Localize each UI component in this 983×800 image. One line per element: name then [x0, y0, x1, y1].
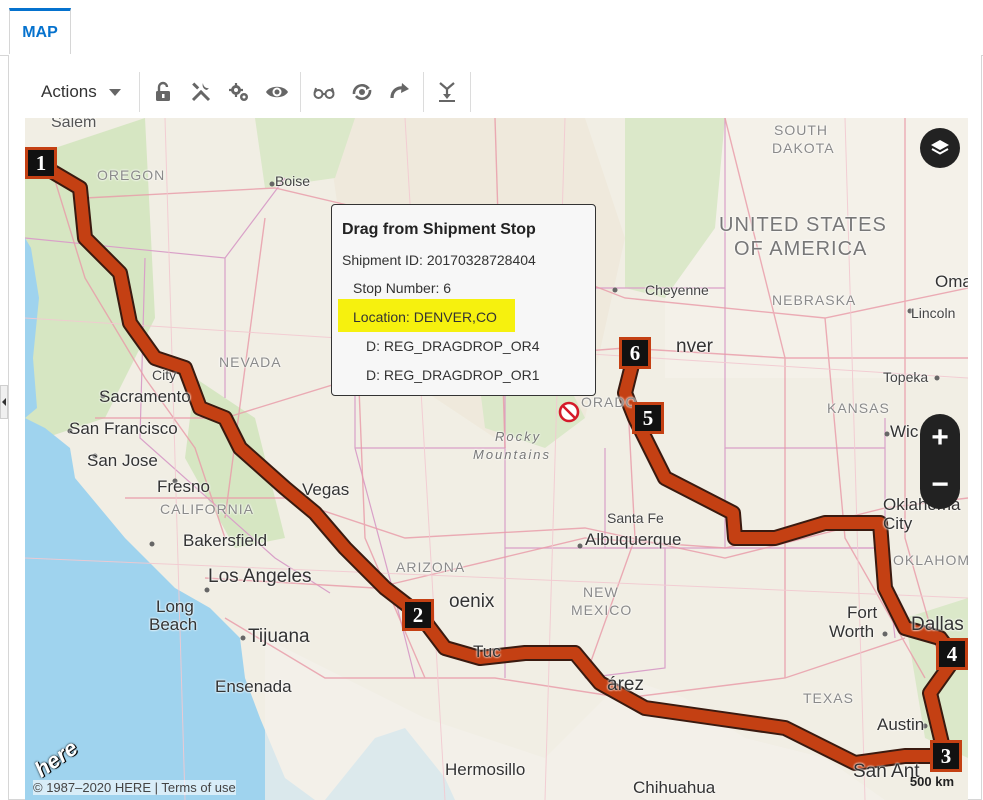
map-label-las-vegas: Vegas [302, 480, 350, 499]
redo-button[interactable] [381, 72, 419, 112]
stop-marker-1[interactable]: 1 [25, 147, 57, 179]
map-label-south-dakota-1: SOUTH [774, 122, 828, 138]
map-label-santa-fe: Santa Fe [607, 510, 664, 526]
map-label-oklahoma-state: OKLAHOMA [893, 552, 968, 568]
actions-label: Actions [41, 82, 97, 101]
map-label-tijuana: Tijuana [248, 626, 310, 647]
map-label-lincoln: Lincoln [911, 305, 956, 321]
map-label-usa-1: UNITED STATES [719, 214, 887, 236]
map-label-fresno: Fresno [157, 477, 210, 496]
map-label-salem: Salem [51, 118, 97, 131]
map-label-austin: Austin [877, 715, 925, 734]
map-label-long-beach-1: Long [156, 597, 194, 616]
gears-icon [228, 83, 248, 101]
redo-icon [390, 83, 409, 99]
sync-icon [352, 83, 372, 101]
map-label-fort-worth-2: Worth [829, 622, 875, 641]
map-label-phoenix: oenix [449, 591, 495, 612]
map-label-colorado: ORADO [581, 394, 638, 410]
map-toolbar: Actions [8, 68, 968, 116]
zoom-control: + − [920, 414, 960, 509]
map-label-arizona: ARIZONA [396, 559, 466, 575]
tooltip-stop-number: Stop Number: 6 [353, 280, 452, 296]
view-button[interactable] [258, 72, 296, 112]
map-label-rocky-1: Rocky [495, 429, 542, 444]
map-label-rocky-2: Mountains [473, 447, 551, 462]
tooltip-d2: D: REG_DRAGDROP_OR1 [366, 367, 540, 383]
map-label-bakersfield: Bakersfield [183, 531, 268, 550]
glasses-button[interactable] [305, 72, 343, 112]
toolbar-separator [138, 72, 140, 112]
tooltip-title: Drag from Shipment Stop [342, 221, 536, 238]
tab-bar: MAP [0, 0, 983, 56]
map-label-sacramento: Sacramento [99, 387, 191, 406]
unlock-icon [155, 81, 170, 101]
merge-button[interactable] [428, 72, 466, 112]
map-label-wichita: Wic [890, 422, 919, 441]
tools-button[interactable] [182, 72, 220, 112]
map-label-los-angeles: Los Angeles [208, 566, 312, 587]
map-label-san-francisco: San Francisco [69, 419, 178, 438]
tab-map[interactable]: MAP [9, 8, 71, 54]
toolbar-separator [299, 72, 301, 112]
actions-menu-button[interactable]: Actions [8, 70, 135, 114]
map-label-topeka: Topeka [883, 369, 929, 385]
map-label-kansas: KANSAS [827, 400, 890, 416]
map-label-california: CALIFORNIA [160, 501, 255, 517]
map-label-usa-2: OF AMERICA [734, 238, 868, 260]
chevron-down-icon [108, 88, 121, 96]
merge-icon [438, 82, 455, 102]
stop-marker-5[interactable]: 5 [632, 402, 664, 434]
map-label-omaha: Oma [935, 272, 968, 291]
toolbar-separator [422, 72, 424, 112]
map-label-texas: TEXAS [803, 690, 854, 706]
map-label-ensenada: Ensenada [215, 677, 292, 696]
map-label-oregon: OREGON [97, 167, 166, 183]
map-label-south-dakota-2: DAKOTA [772, 140, 835, 156]
stop-marker-2[interactable]: 2 [402, 599, 434, 631]
map-copyright[interactable]: © 1987–2020 HERE | Terms of use [33, 780, 236, 795]
map-label-city: City [152, 367, 177, 383]
unlock-button[interactable] [144, 72, 182, 112]
glasses-icon [313, 87, 335, 99]
stop-marker-6[interactable]: 6 [619, 337, 651, 369]
map-label-nevada: NEVADA [219, 354, 282, 370]
tools-icon [191, 82, 210, 102]
toolbar-separator [469, 72, 471, 112]
eye-icon [265, 86, 288, 98]
stop-marker-3[interactable]: 3 [930, 740, 962, 772]
map-label-tucson: Tuc [473, 642, 501, 661]
tooltip-d1: D: REG_DRAGDROP_OR4 [366, 338, 540, 354]
map-label-oklahoma-city-2: City [883, 514, 913, 533]
tooltip-location: Location: DENVER,CO [353, 309, 497, 325]
map-label-juarez: árez [607, 674, 644, 695]
map-label-boise: Boise [275, 173, 311, 189]
tab-map-label: MAP [22, 23, 58, 41]
drag-tooltip: Drag from Shipment Stop Shipment ID: 201… [331, 204, 596, 396]
map-label-nebraska: NEBRASKA [772, 292, 857, 308]
map-scale: 500 km [909, 774, 954, 789]
no-drop-icon [558, 401, 580, 423]
settings-button[interactable] [220, 72, 258, 112]
map-label-dallas: Dallas [911, 614, 964, 635]
tooltip-shipment-id: Shipment ID: 20170328728404 [342, 252, 536, 268]
zoom-out-button[interactable]: − [920, 461, 960, 508]
zoom-in-button[interactable]: + [920, 414, 960, 461]
map-label-new-mexico-1: NEW [583, 584, 619, 600]
sync-button[interactable] [343, 72, 381, 112]
map-label-long-beach-2: Beach [149, 615, 198, 634]
map-label-fort-worth-1: Fort [847, 603, 878, 622]
stop-marker-4[interactable]: 4 [936, 638, 968, 670]
map-label-chihuahua: Chihuahua [633, 778, 716, 797]
left-collapse-handle[interactable] [0, 385, 8, 419]
map-label-new-mexico-2: MEXICO [571, 602, 633, 618]
map-canvas[interactable]: Salem OREGON Boise SOUTH DAKOTA UNITED S… [25, 118, 968, 800]
map-label-san-jose: San Jose [87, 451, 158, 470]
map-label-hermosillo: Hermosillo [445, 760, 526, 779]
layers-button[interactable] [920, 128, 960, 168]
map-label-cheyenne: Cheyenne [645, 282, 709, 298]
layers-icon [931, 140, 949, 155]
map-label-denver: nver [676, 336, 713, 357]
map-label-albuquerque: Albuquerque [585, 530, 682, 549]
